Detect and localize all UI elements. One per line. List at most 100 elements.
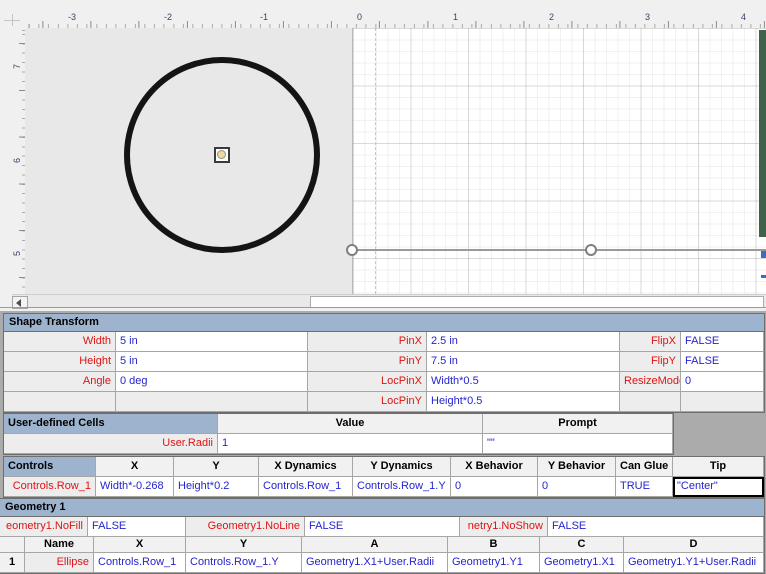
column-header-y: Y [186,537,302,553]
cell-locpiny-label[interactable]: LocPinY [308,392,427,412]
ruler-vertical: 7 6 5 [12,28,26,294]
column-header-d: D [624,537,764,553]
cell-user-radii-prompt[interactable]: "" [483,434,673,454]
cell-geometry-y1[interactable]: Controls.Row_1.Y [186,553,302,573]
empty-cell [116,392,308,412]
v-ruler-tick: 5 [12,244,22,256]
column-header-c: C [540,537,624,553]
cell-geometry-a1[interactable]: Geometry1.X1+User.Radii [302,553,448,573]
cell-controls-x-dynamics[interactable]: Controls.Row_1 [259,477,353,497]
ruler-corner [0,12,25,28]
cell-geometry1-noline-label[interactable]: Geometry1.NoLine [186,517,305,537]
cell-locpiny-value[interactable]: Height*0.5 [427,392,620,412]
geometry-column-header-row: Name X Y A B C D [0,537,764,553]
v-ruler-tick: 7 [12,57,22,69]
cell-user-radii-value[interactable]: 1 [218,434,483,454]
column-header-row-number [0,537,25,553]
cell-angle-label[interactable]: Angle [4,372,116,392]
h-ruler-tick: 3 [645,12,650,22]
geometry-flags-row: eometry1.NoFill FALSE Geometry1.NoLine F… [0,517,764,537]
ruler-horizontal: -3 -2 -1 0 1 2 3 4 [25,12,766,29]
cell-geometry1-nofill-label[interactable]: eometry1.NoFill [0,517,88,537]
cell-height-value[interactable]: 5 in [116,352,308,372]
cell-width-value[interactable]: 5 in [116,332,308,352]
cell-resizemode-label[interactable]: ResizeMode [620,372,681,392]
cell-piny-label[interactable]: PinY [308,352,427,372]
cell-angle-value[interactable]: 0 deg [116,372,308,392]
cell-geometry-x1[interactable]: Controls.Row_1 [94,553,186,573]
line-endpoint-handle-left[interactable] [346,244,358,256]
cell-pinx-label[interactable]: PinX [308,332,427,352]
section-geometry-1: Geometry 1 eometry1.NoFill FALSE Geometr… [0,498,765,574]
scroll-left-arrow-icon [16,299,21,307]
column-header-x: X [94,537,186,553]
cell-controls-y-dynamics[interactable]: Controls.Row_1.Y [353,477,451,497]
cell-controls-can-glue[interactable]: TRUE [616,477,673,497]
cell-locpinx-value[interactable]: Width*0.5 [427,372,620,392]
cell-pinx-value[interactable]: 2.5 in [427,332,620,352]
cell-locpinx-label[interactable]: LocPinX [308,372,427,392]
canvas-region: -3 -2 -1 0 1 2 3 4 7 6 5 [0,0,766,311]
column-header-tip: Tip [673,457,764,477]
cell-geometry1-noline-value[interactable]: FALSE [305,517,460,537]
user-defined-header-row: User-defined Cells Value Prompt [4,414,673,434]
cell-geometry1-noshow-value[interactable]: FALSE [548,517,764,537]
cell-geometry-c1[interactable]: Geometry1.X1 [540,553,624,573]
transform-row: Angle 0 deg LocPinX Width*0.5 ResizeMode… [4,372,764,392]
connector-line[interactable] [352,249,766,251]
h-ruler-tick: -2 [164,12,172,22]
cell-controls-tip-selected[interactable]: "Center" [673,477,764,497]
empty-cell [4,392,116,412]
cell-controls-x-behavior[interactable]: 0 [451,477,538,497]
column-header-y: Y [174,457,259,477]
cell-flipy-label[interactable]: FlipY [620,352,681,372]
page-area[interactable] [352,28,766,294]
h-ruler-tick: 1 [453,12,458,22]
pasteboard-edge-strip [759,30,766,237]
column-header-prompt: Prompt [483,414,673,434]
cell-geometry-row-type[interactable]: Ellipse [25,553,94,573]
visio-shapesheet-window: -3 -2 -1 0 1 2 3 4 7 6 5 [0,0,766,574]
cell-controls-y[interactable]: Height*0.2 [174,477,259,497]
column-header-name: Name [25,537,94,553]
page-margin-guide [375,28,376,294]
center-control-handle[interactable] [214,147,230,163]
column-header-b: B [448,537,540,553]
cell-geometry-d1[interactable]: Geometry1.Y1+User.Radii [624,553,764,573]
h-ruler-tick: -1 [260,12,268,22]
cell-geometry1-noshow-label[interactable]: netry1.NoShow [460,517,548,537]
cell-height-label[interactable]: Height [4,352,116,372]
section-user-defined-cells: User-defined Cells Value Prompt User.Rad… [3,413,674,455]
cell-geometry-b1[interactable]: Geometry1.Y1 [448,553,540,573]
control-handle-yellow-dot [217,150,226,159]
canvas-horizontal-scrollbar[interactable] [12,294,766,308]
cell-controls-y-behavior[interactable]: 0 [538,477,616,497]
column-header-y-behavior: Y Behavior [538,457,616,477]
line-midpoint-handle[interactable] [585,244,597,256]
cell-flipx-value[interactable]: FALSE [681,332,764,352]
drawing-canvas[interactable] [25,28,766,294]
cell-piny-value[interactable]: 7.5 in [427,352,620,372]
cell-user-radii-label[interactable]: User.Radii [4,434,218,454]
cell-geometry1-nofill-value[interactable]: FALSE [88,517,186,537]
section-shape-transform: Shape Transform Width 5 in PinX 2.5 in F… [3,313,765,413]
cell-controls-row1-label[interactable]: Controls.Row_1 [4,477,96,497]
empty-cell [681,392,764,412]
column-header-value: Value [218,414,483,434]
h-ruler-tick: 0 [357,12,362,22]
cell-flipx-label[interactable]: FlipX [620,332,681,352]
cell-flipy-value[interactable]: FALSE [681,352,764,372]
h-ruler-tick: 4 [741,12,746,22]
transform-row: Width 5 in PinX 2.5 in FlipX FALSE [4,332,764,352]
cell-controls-x[interactable]: Width*-0.268 [96,477,174,497]
cell-width-label[interactable]: Width [4,332,116,352]
h-ruler-tick: 2 [549,12,554,22]
cell-resizemode-value[interactable]: 0 [681,372,764,392]
section-title-geometry-1: Geometry 1 [0,499,764,517]
selection-mark [761,275,766,278]
column-header-can-glue: Can Glue [616,457,673,477]
geometry-row: 1 Ellipse Controls.Row_1 Controls.Row_1.… [0,553,764,573]
transform-row: LocPinY Height*0.5 [4,392,764,412]
cell-geometry-row-number[interactable]: 1 [0,553,25,573]
column-header-x: X [96,457,174,477]
